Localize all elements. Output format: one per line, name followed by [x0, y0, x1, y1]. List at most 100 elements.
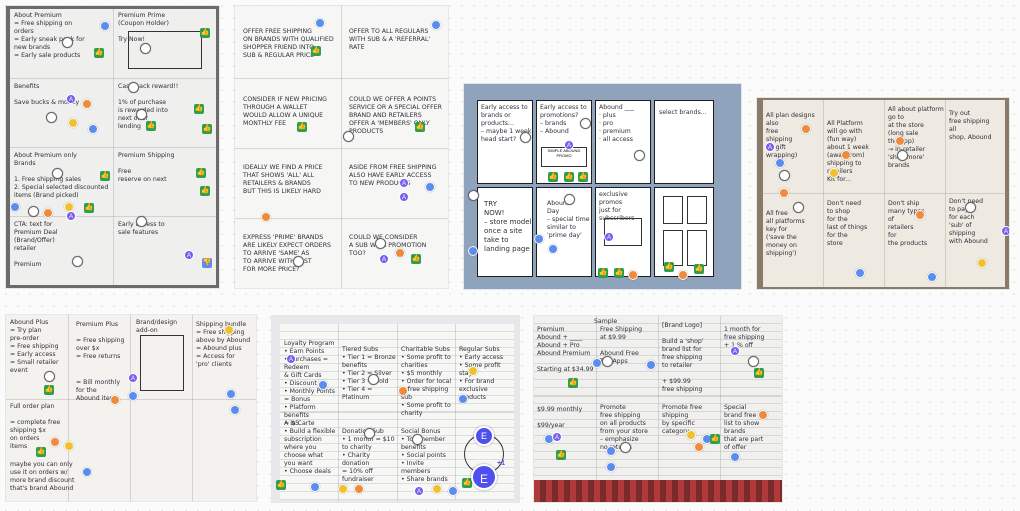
- vote-dot-blue[interactable]: [646, 360, 656, 370]
- thumbs-up-icon[interactable]: 👍: [100, 171, 110, 181]
- thumbs-up-icon[interactable]: 👍: [146, 121, 156, 131]
- avatar[interactable]: A: [1001, 226, 1009, 236]
- vote-dot-blue[interactable]: [548, 244, 558, 254]
- comment-marker[interactable]: [965, 202, 976, 213]
- photo-paper-5[interactable]: Abound Plus = Try plan pre-order = Free …: [6, 315, 256, 501]
- photo-paper-3[interactable]: Early access to brands or products... – …: [464, 84, 741, 289]
- avatar[interactable]: A: [604, 232, 614, 242]
- comment-marker[interactable]: [44, 371, 55, 382]
- vote-dot-yellow[interactable]: [977, 258, 987, 268]
- comment-marker[interactable]: [779, 170, 790, 181]
- thumbs-up-icon[interactable]: 👍: [311, 46, 321, 56]
- vote-dot-orange[interactable]: [354, 484, 364, 494]
- vote-dot-blue[interactable]: [318, 380, 328, 390]
- avatar[interactable]: A: [379, 254, 389, 264]
- thumbs-down-icon[interactable]: 👎: [202, 258, 212, 268]
- thumbs-up-icon[interactable]: 👍: [297, 122, 307, 132]
- vote-dot-orange[interactable]: [779, 188, 789, 198]
- vote-dot-yellow[interactable]: [64, 441, 74, 451]
- thumbs-up-icon[interactable]: 👍: [200, 186, 210, 196]
- vote-dot-blue[interactable]: [100, 21, 110, 31]
- comment-marker[interactable]: [72, 256, 83, 267]
- comment-marker[interactable]: [52, 168, 63, 179]
- vote-dot-blue[interactable]: [468, 246, 478, 256]
- avatar[interactable]: A: [66, 94, 76, 104]
- vote-dot-orange[interactable]: [628, 270, 638, 280]
- avatar[interactable]: A: [552, 432, 562, 442]
- vote-dot-orange[interactable]: [395, 248, 405, 258]
- vote-dot-orange[interactable]: [895, 136, 905, 146]
- photo-paper-4[interactable]: All plan designs also free shipping (+ g…: [757, 98, 1009, 289]
- avatar[interactable]: A: [286, 354, 296, 364]
- thumbs-up-icon[interactable]: 👍: [84, 203, 94, 213]
- avatar-large[interactable]: E: [471, 464, 497, 490]
- photo-paper-6[interactable]: Loyalty Program • Earn Points • Purchase…: [272, 316, 519, 502]
- vote-dot-orange[interactable]: [398, 386, 408, 396]
- comment-marker[interactable]: [136, 216, 147, 227]
- vote-dot-blue[interactable]: [534, 234, 544, 244]
- vote-dot-blue[interactable]: [10, 202, 20, 212]
- vote-dot-yellow[interactable]: [338, 484, 348, 494]
- comment-marker[interactable]: [368, 374, 379, 385]
- vote-dot-orange[interactable]: [43, 208, 53, 218]
- vote-dot-orange[interactable]: [110, 395, 120, 405]
- vote-dot-orange[interactable]: [915, 210, 925, 220]
- vote-dot-orange[interactable]: [841, 150, 851, 160]
- comment-marker[interactable]: [375, 238, 386, 249]
- thumbs-up-icon[interactable]: 👍: [664, 262, 674, 272]
- photo-paper-2[interactable]: OFFER FREE SHIPPING ON BRANDS WITH QUALI…: [235, 6, 448, 288]
- vote-dot-orange[interactable]: [758, 410, 768, 420]
- comment-marker[interactable]: [520, 132, 531, 143]
- vote-dot-blue[interactable]: [606, 462, 616, 472]
- vote-dot-orange[interactable]: [801, 124, 811, 134]
- vote-dot-blue[interactable]: [592, 358, 602, 368]
- comment-marker[interactable]: [136, 109, 147, 120]
- comment-marker[interactable]: [748, 356, 759, 367]
- avatar[interactable]: A: [128, 373, 138, 383]
- avatar[interactable]: E: [474, 426, 494, 446]
- vote-dot-blue[interactable]: [855, 268, 865, 278]
- vote-dot-blue[interactable]: [128, 391, 138, 401]
- vote-dot-yellow[interactable]: [686, 430, 696, 440]
- photo-paper-1[interactable]: About Premium = Free shipping on orders …: [6, 6, 219, 288]
- thumbs-up-icon[interactable]: 👍: [578, 172, 588, 182]
- thumbs-up-icon[interactable]: 👍: [196, 168, 206, 178]
- avatar[interactable]: A: [399, 192, 409, 202]
- vote-dot-orange[interactable]: [50, 437, 60, 447]
- avatar[interactable]: A: [399, 178, 409, 188]
- comment-marker[interactable]: [468, 190, 479, 201]
- vote-dot-blue[interactable]: [315, 18, 325, 28]
- comment-marker[interactable]: [793, 202, 804, 213]
- thumbs-up-icon[interactable]: 👍: [568, 378, 578, 388]
- comment-marker[interactable]: [128, 82, 139, 93]
- thumbs-up-icon[interactable]: 👍: [200, 28, 210, 38]
- thumbs-up-icon[interactable]: 👍: [276, 480, 286, 490]
- avatar[interactable]: A: [765, 142, 775, 152]
- comment-marker[interactable]: [620, 442, 631, 453]
- vote-dot-blue[interactable]: [88, 124, 98, 134]
- thumbs-up-icon[interactable]: 👍: [614, 268, 624, 278]
- vote-dot-blue[interactable]: [431, 20, 441, 30]
- avatar[interactable]: A: [564, 140, 574, 150]
- comment-marker[interactable]: [364, 428, 375, 439]
- vote-dot-yellow[interactable]: [432, 484, 442, 494]
- comment-marker[interactable]: [28, 206, 39, 217]
- thumbs-up-icon[interactable]: 👍: [754, 368, 764, 378]
- thumbs-up-icon[interactable]: 👍: [564, 172, 574, 182]
- vote-dot-yellow[interactable]: [224, 325, 234, 335]
- comment-marker[interactable]: [62, 37, 73, 48]
- comment-marker[interactable]: [897, 150, 908, 161]
- thumbs-up-icon[interactable]: 👍: [194, 104, 204, 114]
- vote-dot-blue[interactable]: [606, 446, 616, 456]
- thumbs-up-icon[interactable]: 👍: [202, 124, 212, 134]
- vote-dot-blue[interactable]: [448, 486, 458, 496]
- vote-dot-blue[interactable]: [82, 467, 92, 477]
- thumbs-up-icon[interactable]: 👍: [411, 254, 421, 264]
- vote-dot-orange[interactable]: [261, 212, 271, 222]
- comment-marker[interactable]: [412, 434, 423, 445]
- vote-dot-orange[interactable]: [694, 442, 704, 452]
- vote-dot-blue[interactable]: [230, 405, 240, 415]
- comment-marker[interactable]: [140, 43, 151, 54]
- comment-marker[interactable]: [343, 131, 354, 142]
- comment-marker[interactable]: [564, 194, 575, 205]
